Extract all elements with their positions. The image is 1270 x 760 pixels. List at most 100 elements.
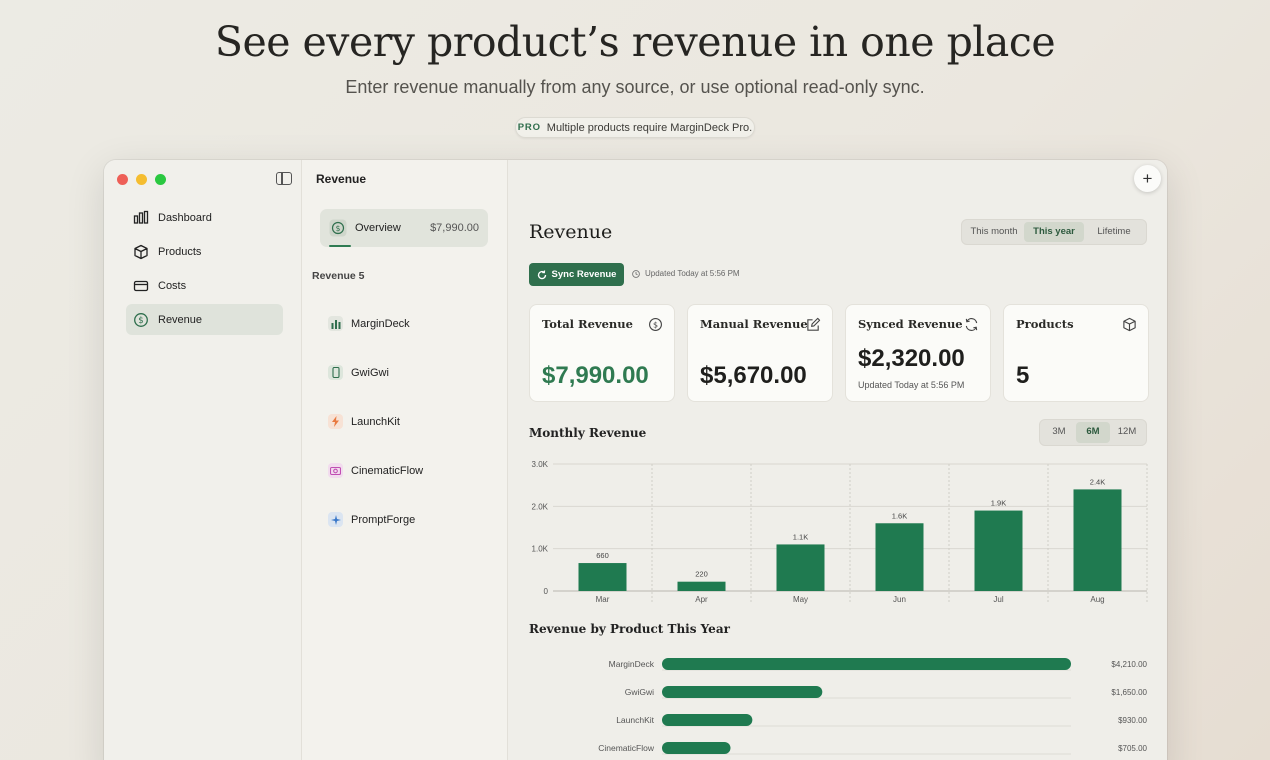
bar — [875, 523, 924, 591]
sidebar-item-revenue[interactable]: $ Revenue — [126, 304, 283, 335]
category-label: LaunchKit — [616, 715, 654, 725]
product-item-cinematicflow[interactable]: CinematicFlow — [328, 446, 488, 495]
y-tick-label: 1.0K — [532, 545, 549, 554]
refresh-icon — [965, 318, 978, 331]
product-list: MarginDeck GwiGwi LaunchKit CinematicFlo… — [328, 299, 488, 544]
bar-value-label: 1.6K — [892, 511, 907, 520]
x-tick-label: Mar — [596, 595, 610, 604]
x-tick-label: May — [793, 595, 808, 604]
category-label: GwiGwi — [625, 687, 654, 697]
edit-icon — [807, 317, 821, 331]
category-label: CinematicFlow — [598, 743, 655, 753]
value-label: $1,650.00 — [1111, 688, 1147, 697]
product-name: MarginDeck — [351, 317, 410, 330]
category-label: MarginDeck — [609, 659, 655, 669]
total-revenue-card: Total Revenue $ $7,990.00 — [529, 304, 675, 402]
sidebar: Dashboard Products Costs $ Revenue — [104, 160, 302, 760]
y-tick-label: 3.0K — [532, 460, 549, 469]
bar — [662, 686, 823, 698]
add-button[interactable]: + — [1134, 165, 1161, 192]
sidebar-nav: Dashboard Products Costs $ Revenue — [126, 202, 283, 338]
product-item-gwigwi[interactable]: GwiGwi — [328, 348, 488, 397]
period-option-3m[interactable]: 3M — [1042, 422, 1076, 443]
dollar-icon: $ — [649, 318, 662, 331]
monthly-revenue-chart: 0 1.0K 2.0K 3.0K 660 Mar 220 Apr 1.1K May 1.6K Jun 1… — [532, 460, 1148, 604]
updated-note: Updated Today at 5:56 PM — [632, 269, 740, 278]
bar — [1073, 489, 1122, 591]
svg-text:$: $ — [138, 316, 143, 326]
product-name: CinematicFlow — [351, 464, 424, 477]
y-tick-label: 2.0K — [532, 502, 549, 511]
range-option-this-year[interactable]: This year — [1024, 222, 1084, 242]
panel-title: Revenue — [316, 172, 367, 186]
zoom-window-button[interactable] — [155, 174, 166, 185]
bar — [662, 658, 1071, 670]
revenue-list-panel: Revenue $ Overview $7,990.00 Revenue 5 M… — [302, 160, 508, 760]
range-option-this-month[interactable]: This month — [964, 222, 1024, 242]
sidebar-item-label: Products — [158, 245, 202, 258]
value-label: $705.00 — [1118, 744, 1147, 753]
product-item-launchkit[interactable]: LaunchKit — [328, 397, 488, 446]
pro-notice: PRO Multiple products require MarginDeck… — [515, 117, 755, 138]
phone-icon — [328, 365, 343, 380]
sidebar-toggle-icon[interactable] — [276, 172, 292, 185]
product-item-margindeck[interactable]: MarginDeck — [328, 299, 488, 348]
card-title: Products — [1016, 317, 1074, 331]
x-tick-label: Apr — [695, 595, 708, 604]
sidebar-item-label: Dashboard — [158, 211, 212, 224]
svg-text:$: $ — [653, 320, 658, 329]
page-title: Revenue — [529, 221, 613, 243]
bar-value-label: 1.1K — [793, 532, 808, 541]
bar-value-label: 2.4K — [1090, 477, 1105, 486]
sidebar-item-products[interactable]: Products — [126, 236, 283, 267]
hero-subtitle: Enter revenue manually from any source, … — [345, 77, 925, 97]
dollar-icon: $ — [134, 312, 148, 327]
products-header: Revenue 5 — [312, 270, 365, 282]
y-tick-label: 0 — [544, 587, 549, 596]
x-tick-label: Aug — [1090, 595, 1104, 604]
sidebar-item-dashboard[interactable]: Dashboard — [126, 202, 283, 233]
manual-revenue-card: Manual Revenue $5,670.00 — [687, 304, 833, 402]
bar-value-label: 660 — [596, 551, 609, 560]
updated-note-text: Updated Today at 5:56 PM — [645, 269, 740, 278]
chart-icon — [328, 316, 343, 331]
sidebar-item-label: Revenue — [158, 313, 203, 326]
clock-icon — [632, 269, 640, 278]
period-option-12m[interactable]: 12M — [1110, 422, 1144, 443]
sparkle-icon — [328, 512, 343, 527]
card-value: 5 — [1016, 362, 1030, 389]
bar — [662, 742, 731, 754]
card-value: $7,990.00 — [542, 362, 649, 389]
product-name: LaunchKit — [351, 415, 400, 428]
box-icon — [1123, 317, 1136, 332]
card-icon — [133, 280, 149, 291]
overview-item[interactable]: $ Overview $7,990.00 — [320, 209, 488, 247]
hero-title: See every product’s revenue in one place — [214, 18, 1056, 66]
bar — [662, 714, 753, 726]
overview-value: $7,990.00 — [430, 222, 479, 234]
range-option-lifetime[interactable]: Lifetime — [1084, 222, 1144, 242]
minimize-window-button[interactable] — [136, 174, 147, 185]
value-label: $4,210.00 — [1111, 660, 1147, 669]
sync-label: Sync Revenue — [551, 269, 617, 280]
card-value: $5,670.00 — [700, 362, 807, 389]
overview-label: Overview — [355, 222, 401, 234]
bar-value-label: 220 — [695, 570, 708, 579]
svg-text:$: $ — [336, 224, 341, 233]
period-selector: 3M 6M 12M — [1039, 419, 1147, 446]
card-title: Total Revenue — [542, 317, 633, 331]
card-value: $2,320.00 — [858, 345, 965, 372]
summary-cards: Total Revenue $ $7,990.00 Manual Revenue… — [529, 304, 1149, 402]
close-window-button[interactable] — [117, 174, 128, 185]
product-item-promptforge[interactable]: PromptForge — [328, 495, 488, 544]
selection-indicator — [329, 245, 351, 247]
range-selector: This month This year Lifetime — [961, 219, 1147, 245]
period-option-6m[interactable]: 6M — [1076, 422, 1110, 443]
sync-revenue-button[interactable]: Sync Revenue — [529, 263, 624, 286]
dollar-icon: $ — [329, 219, 347, 237]
synced-revenue-card: Synced Revenue $2,320.00 Updated Today a… — [845, 304, 991, 402]
main-content: Revenue This month This year Lifetime Sy… — [508, 160, 1167, 760]
sidebar-item-costs[interactable]: Costs — [126, 270, 283, 301]
pro-badge: PRO — [517, 122, 541, 133]
bar — [578, 563, 627, 591]
